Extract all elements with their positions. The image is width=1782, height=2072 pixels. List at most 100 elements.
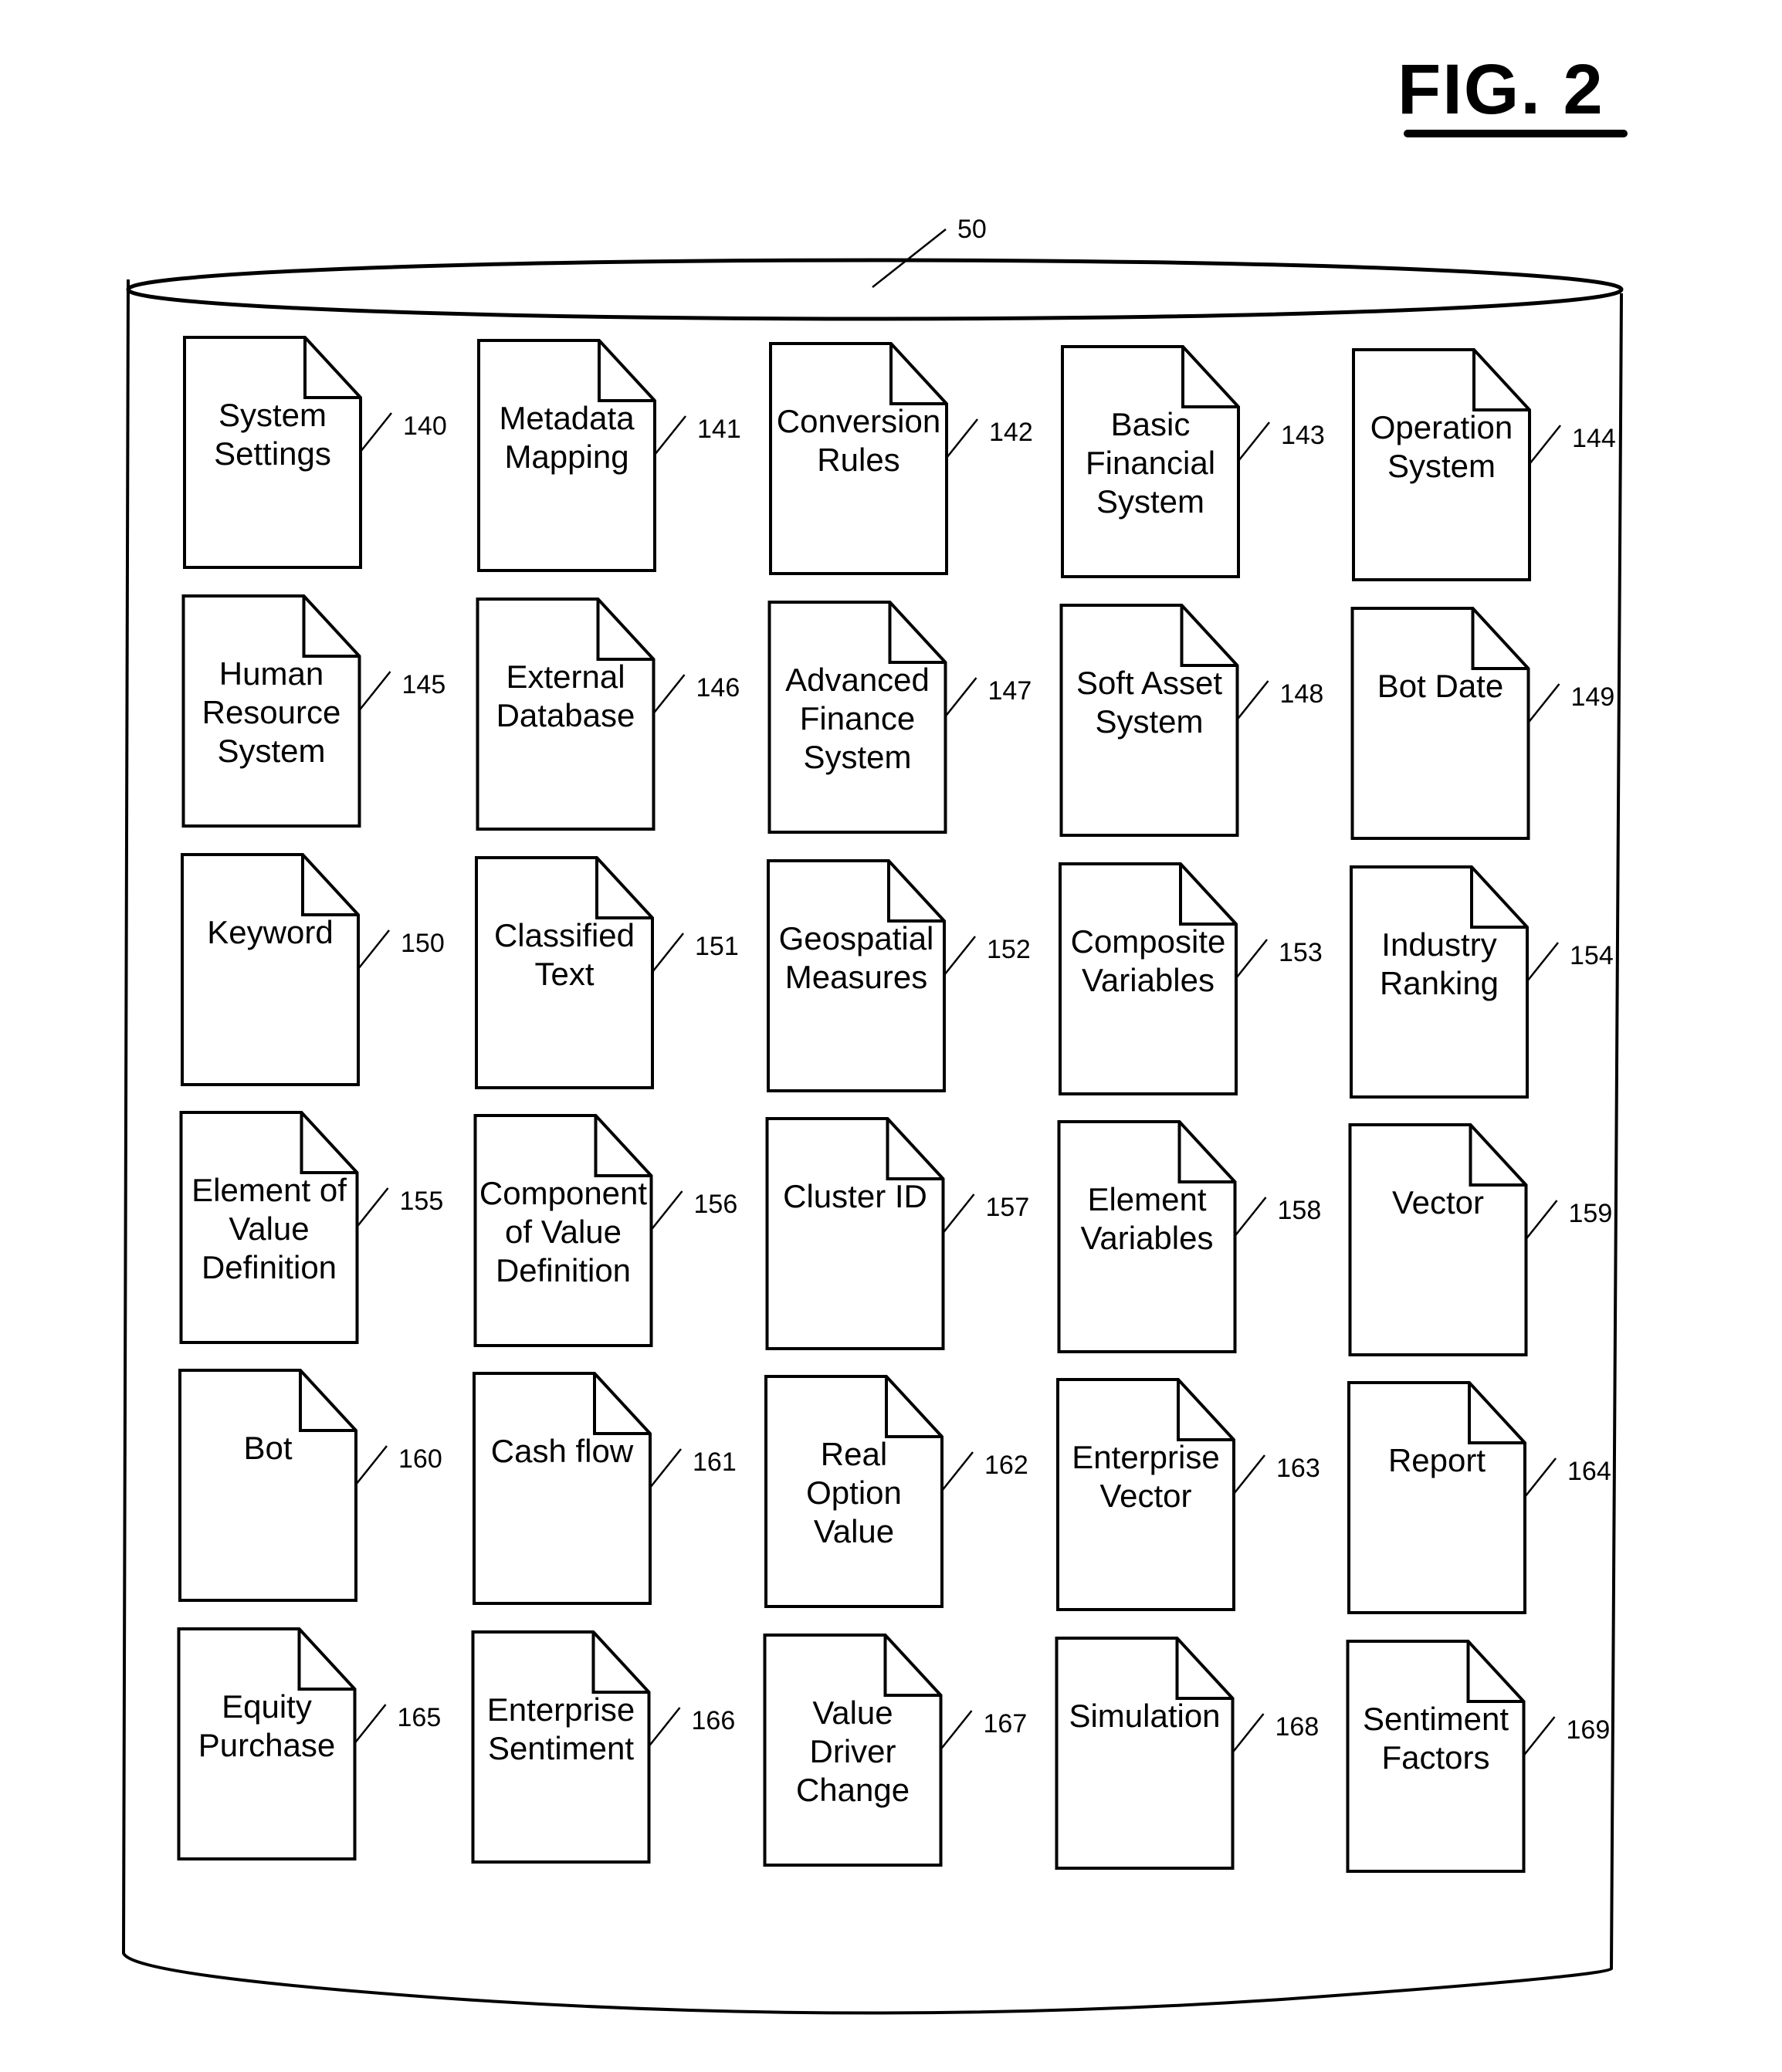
document-icon: [765, 1117, 945, 1350]
document-item: CompositeVariables 153: [1059, 862, 1323, 1095]
document-icon: [1055, 1637, 1235, 1870]
document-label: Ranking: [1380, 965, 1499, 1001]
reference-leader-line: [944, 936, 976, 976]
reference-number: 161: [693, 1447, 737, 1477]
reference-number: 150: [401, 929, 445, 958]
reference-leader-line: [360, 412, 392, 452]
reference-number: 164: [1567, 1457, 1611, 1486]
reference-leader-line: [356, 1187, 389, 1227]
reference-number: 162: [984, 1451, 1028, 1480]
reference-number: 165: [398, 1703, 442, 1732]
document-label: Geospatial: [779, 920, 934, 956]
document-label: Variables: [1081, 1220, 1214, 1256]
reference-number: 146: [696, 673, 740, 703]
reference-number: 168: [1276, 1712, 1320, 1742]
document-item: EnterpriseVector 163: [1056, 1378, 1320, 1611]
reference-leader-line: [1231, 1713, 1265, 1753]
document-icon: [1348, 1123, 1528, 1356]
document-item: EquityPurchase 165: [177, 1627, 442, 1860]
document-icon: [181, 853, 360, 1086]
document-label: Advanced: [785, 662, 930, 698]
reference-number: 163: [1276, 1454, 1320, 1483]
document-label: of Value: [505, 1214, 622, 1250]
document-label: Soft Asset: [1076, 665, 1222, 701]
document-label: Vector: [1099, 1478, 1191, 1514]
reference-leader-line: [654, 415, 686, 455]
document-item: Bot Date 149: [1350, 607, 1614, 840]
reference-leader-line: [944, 677, 977, 717]
reference-leader-line: [946, 418, 978, 459]
reference-leader-line: [652, 674, 686, 714]
container-leader-line: [872, 229, 947, 288]
document-item: OperationSystem 144: [1352, 348, 1616, 581]
document-label: Value: [814, 1513, 894, 1549]
reference-leader-line: [652, 933, 684, 973]
document-icon: [473, 1372, 652, 1605]
reference-number: 155: [400, 1187, 444, 1216]
reference-leader-line: [1238, 422, 1270, 462]
document-item: ConversionRules 142: [769, 342, 1033, 575]
document-item: Cluster ID 157: [765, 1117, 1029, 1350]
document-label: Driver: [810, 1733, 896, 1769]
document-label: System: [1387, 448, 1496, 484]
document-label: Enterprise: [487, 1691, 635, 1728]
reference-leader-line: [940, 1710, 973, 1750]
document-item: BasicFinancialSystem 143: [1061, 345, 1325, 578]
document-label: Factors: [1381, 1739, 1489, 1776]
document-label: System: [217, 733, 325, 769]
document-label: Cash flow: [491, 1433, 634, 1469]
document-item: Cash flow 161: [473, 1372, 737, 1605]
document-item: Bot 160: [178, 1369, 442, 1602]
reference-number: 159: [1569, 1199, 1613, 1228]
database-diagram: 50 SystemSettings140 MetadataMapping141 Co…: [121, 215, 1624, 2015]
document-label: Definition: [496, 1252, 631, 1288]
document-item: ValueDriverChange 167: [763, 1634, 1028, 1867]
reference-number: 167: [984, 1709, 1028, 1739]
document-label: Mapping: [504, 438, 628, 475]
document-label: Basic: [1111, 406, 1191, 442]
document-label: Report: [1388, 1442, 1486, 1478]
document-item: GeospatialMeasures 152: [767, 859, 1031, 1092]
container-ref-number: 50: [957, 215, 987, 244]
document-icon: [178, 1369, 357, 1602]
document-item: Element ofValueDefinition 155: [179, 1111, 444, 1344]
document-icon: [1350, 607, 1530, 840]
document-label: Value: [812, 1695, 893, 1731]
document-item: Simulation 168: [1055, 1637, 1320, 1870]
reference-leader-line: [1236, 680, 1269, 720]
document-label: Resource: [202, 694, 341, 730]
document-label: Sentiment: [488, 1730, 634, 1766]
document-label: System: [803, 739, 911, 775]
reference-number: 142: [989, 418, 1033, 447]
document-label: Bot: [243, 1430, 292, 1466]
document-item: Componentof ValueDefinition 156: [473, 1114, 737, 1347]
document-label: Measures: [785, 959, 927, 995]
reference-leader-line: [1525, 1200, 1558, 1240]
reference-leader-line: [649, 1448, 682, 1488]
document-label: Value: [229, 1210, 309, 1247]
reference-number: 148: [1280, 679, 1324, 709]
document-label: Operation: [1370, 409, 1513, 445]
reference-number: 140: [403, 411, 447, 441]
document-label: Simulation: [1069, 1698, 1220, 1734]
document-item: AdvancedFinanceSystem 147: [767, 601, 1032, 834]
document-label: Variables: [1082, 962, 1215, 998]
document-label: System: [1096, 483, 1204, 520]
reference-number: 166: [692, 1706, 736, 1735]
document-label: Rules: [817, 442, 899, 478]
document-label: Conversion: [777, 403, 940, 439]
reference-leader-line: [1527, 683, 1560, 723]
document-item: Keyword 150: [181, 853, 445, 1086]
reference-leader-line: [648, 1707, 681, 1747]
reference-leader-line: [941, 1451, 974, 1491]
cylinder-top-ellipse: [126, 258, 1624, 321]
document-label: Cluster ID: [783, 1178, 927, 1214]
document-label: Settings: [214, 435, 331, 472]
reference-leader-line: [1234, 1197, 1267, 1237]
document-label: Financial: [1086, 445, 1215, 481]
document-label: Bot Date: [1377, 668, 1503, 704]
document-label: Element: [1087, 1181, 1206, 1217]
reference-number: 160: [398, 1444, 442, 1474]
reference-leader-line: [650, 1190, 683, 1231]
reference-leader-line: [358, 671, 391, 711]
